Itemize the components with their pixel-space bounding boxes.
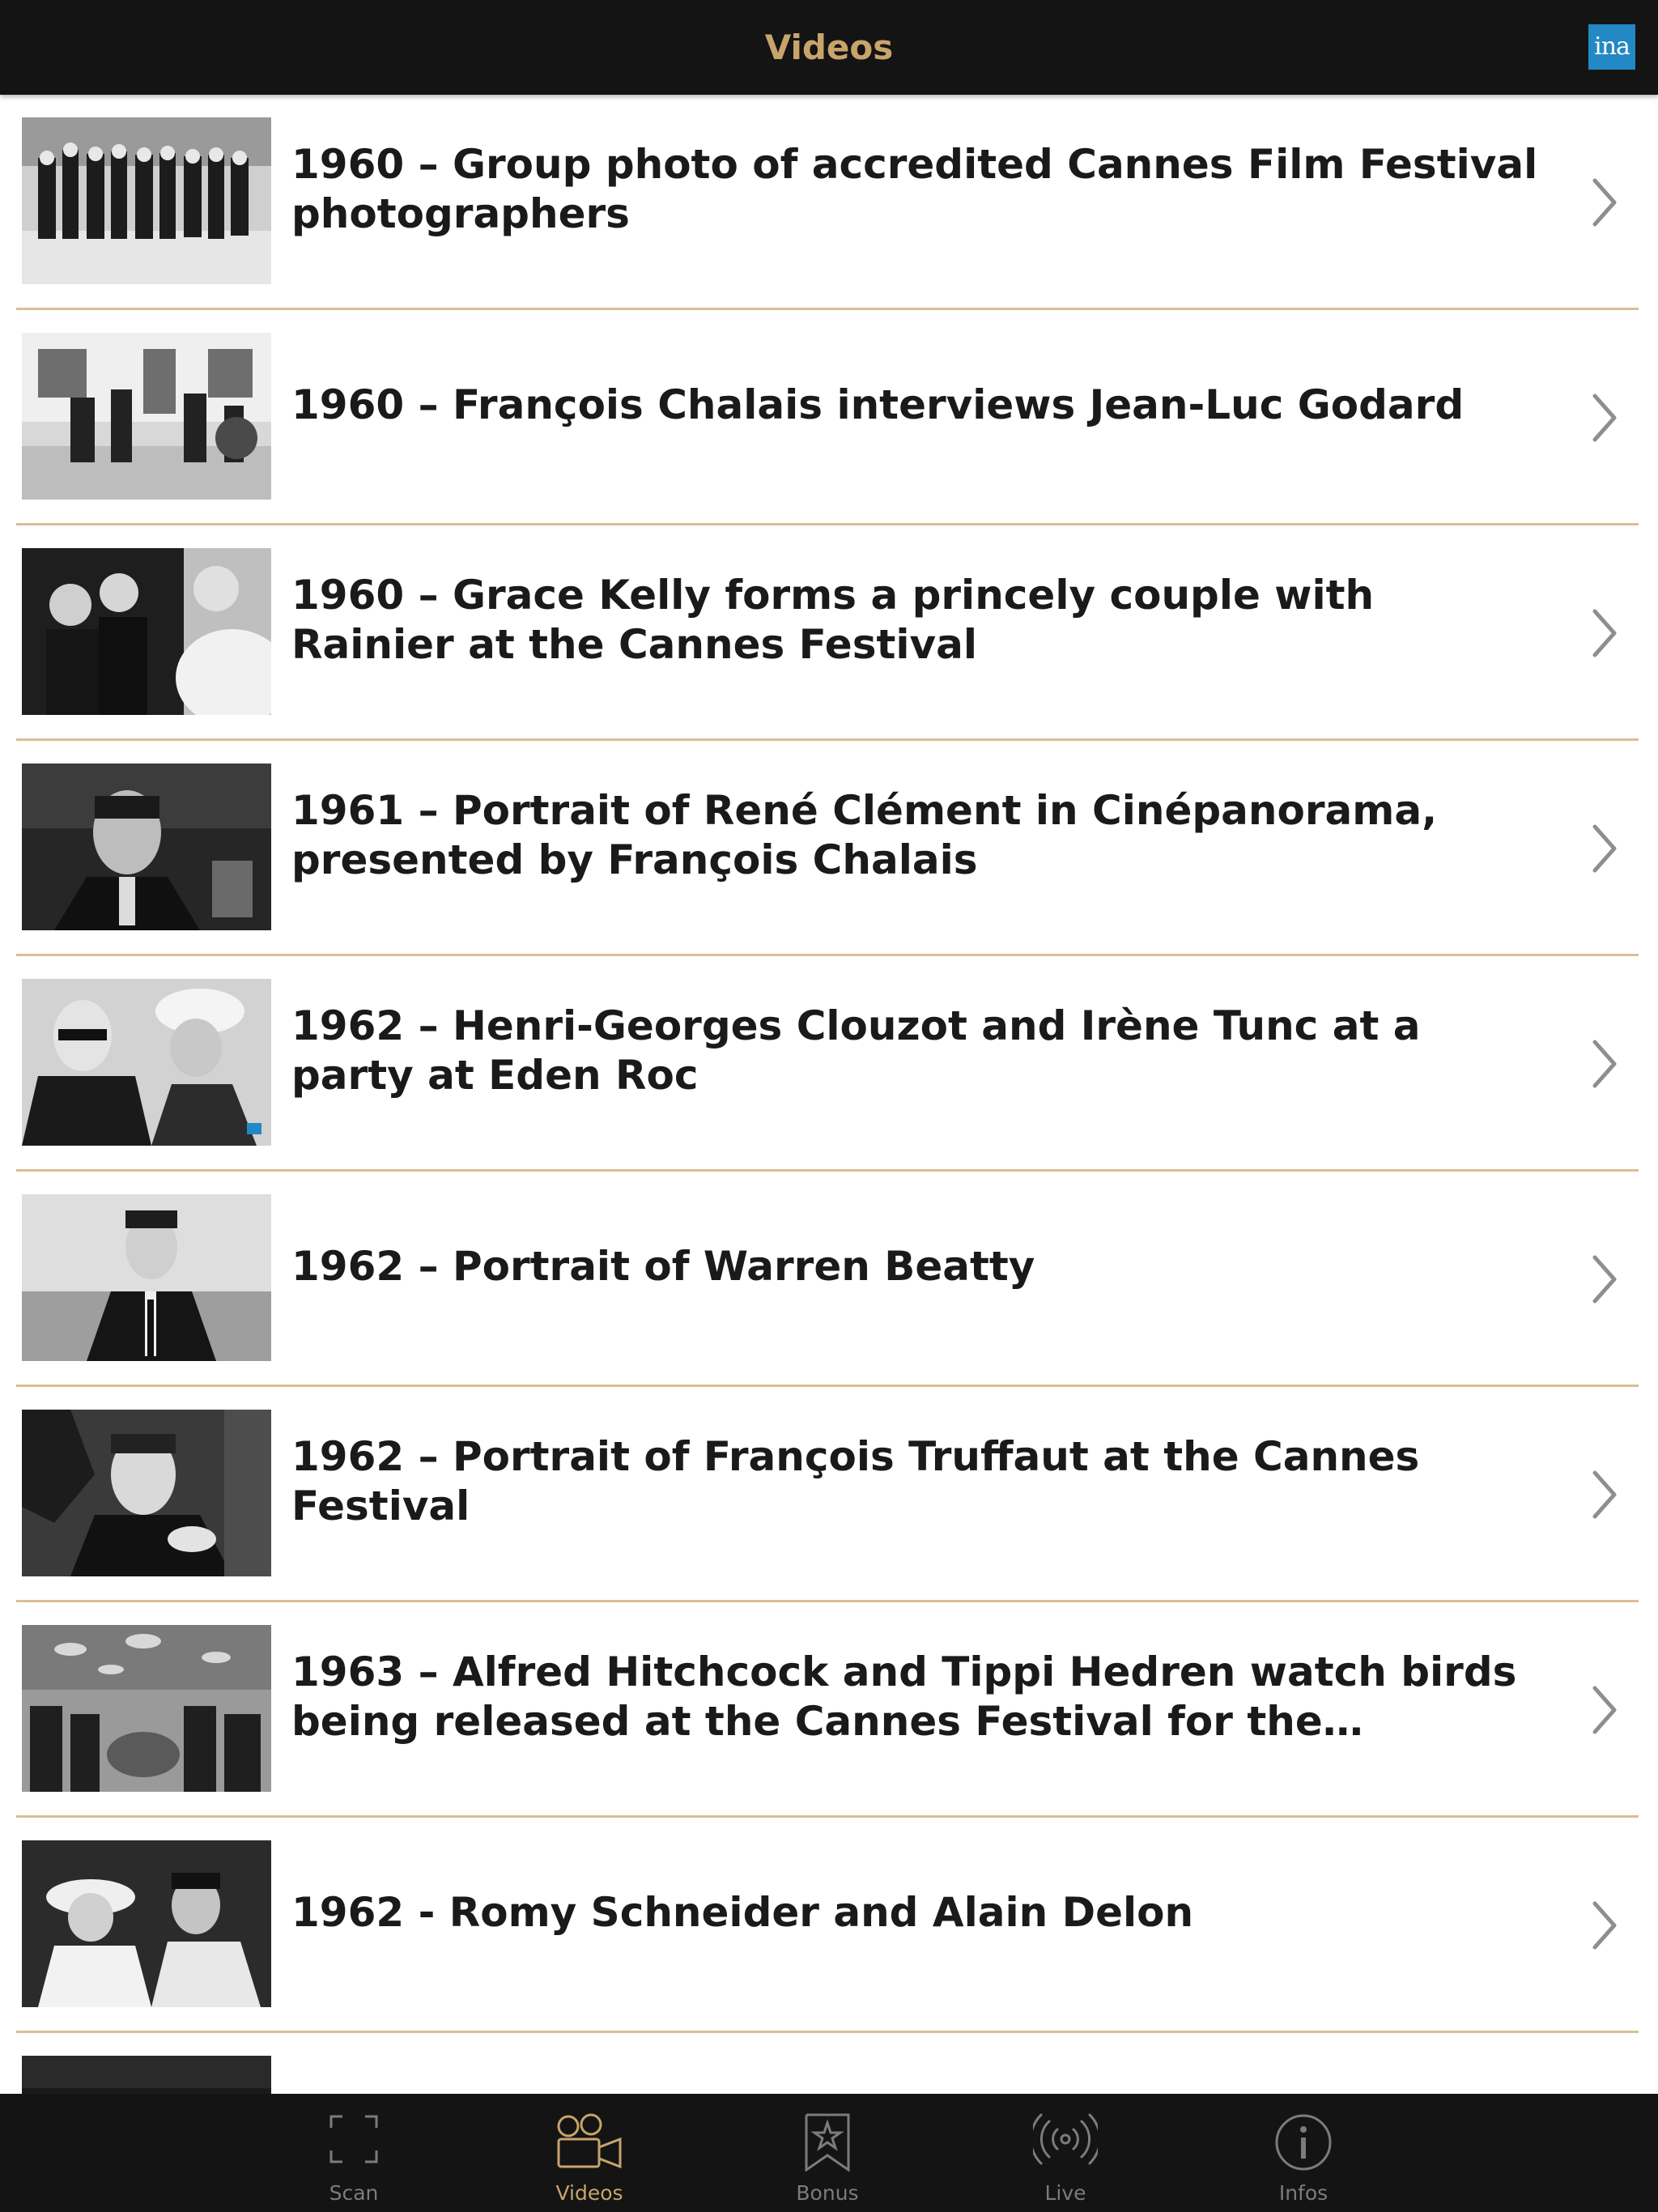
tab-bar: Scan Videos Bonus Live Infos — [0, 2094, 1658, 2212]
ina-logo[interactable]: ina — [1588, 24, 1635, 70]
video-thumbnail — [22, 333, 271, 500]
chevron-right-icon — [1592, 1470, 1617, 1519]
video-camera-icon — [557, 2113, 622, 2169]
tab-bonus[interactable]: Bonus — [763, 2094, 892, 2212]
tab-label: Infos — [1278, 2181, 1329, 2205]
video-thumbnail — [22, 1410, 271, 1576]
video-title: 1960 – François Chalais interviews Jean-… — [291, 381, 1465, 428]
scan-icon — [329, 2115, 378, 2163]
video-list-item[interactable] — [0, 2033, 1658, 2094]
video-title: 1960 – Grace Kelly forms a princely coup… — [291, 572, 1375, 668]
chevron-right-icon — [1592, 609, 1617, 657]
page-title: Videos — [764, 28, 894, 67]
video-thumbnail — [22, 1840, 271, 2007]
chevron-right-icon — [1592, 824, 1617, 873]
video-list-item[interactable]: 1963 – Alfred Hitchcock and Tippi Hedren… — [0, 1602, 1658, 1818]
video-title: 1962 - Romy Schneider and Alain Delon — [291, 1888, 1194, 1936]
video-title: 1960 – Group photo of accredited Cannes … — [291, 141, 1538, 237]
video-list-item[interactable]: 1962 – Portrait of Warren Beatty — [0, 1172, 1658, 1387]
video-list-item[interactable]: 1961 – Portrait of René Clément in Cinép… — [0, 741, 1658, 956]
video-list-item[interactable]: 1960 – Group photo of accredited Cannes … — [0, 95, 1658, 310]
tab-label: Live — [1044, 2181, 1086, 2205]
star-bookmark-icon — [805, 2113, 850, 2172]
video-thumbnail — [22, 117, 271, 284]
video-title: 1962 – Portrait of François Truffaut at … — [291, 1433, 1420, 1529]
tab-label: Bonus — [796, 2181, 859, 2205]
video-title: 1962 – Portrait of Warren Beatty — [291, 1242, 1035, 1290]
video-title: 1961 – Portrait of René Clément in Cinép… — [291, 787, 1438, 883]
video-thumbnail — [22, 2056, 271, 2094]
video-thumbnail — [22, 548, 271, 715]
chevron-right-icon — [1592, 1255, 1617, 1304]
video-list-item[interactable]: 1960 – François Chalais interviews Jean-… — [0, 310, 1658, 525]
video-list-item[interactable]: 1962 - Romy Schneider and Alain Delon — [0, 1818, 1658, 2033]
tab-label: Scan — [329, 2181, 379, 2205]
chevron-right-icon — [1592, 1686, 1617, 1734]
tab-live[interactable]: Live — [1001, 2094, 1130, 2212]
video-thumbnail — [22, 764, 271, 930]
video-list[interactable]: 1960 – Group photo of accredited Cannes … — [0, 95, 1658, 2094]
video-thumbnail — [22, 979, 271, 1146]
video-title: 1962 – Henri-Georges Clouzot and Irène T… — [291, 1002, 1421, 1099]
tab-scan[interactable]: Scan — [289, 2094, 419, 2212]
chevron-right-icon — [1592, 393, 1617, 442]
video-list-item[interactable]: 1962 – Henri-Georges Clouzot and Irène T… — [0, 956, 1658, 1172]
navigation-bar: Videos ina — [0, 0, 1658, 95]
chevron-right-icon — [1592, 1901, 1617, 1950]
info-icon — [1275, 2114, 1332, 2171]
video-thumbnail — [22, 1625, 271, 1792]
video-title: 1963 – Alfred Hitchcock and Tippi Hedren… — [291, 1648, 1517, 1745]
tab-infos[interactable]: Infos — [1239, 2094, 1368, 2212]
chevron-right-icon — [1592, 1040, 1617, 1088]
tab-videos[interactable]: Videos — [525, 2094, 654, 2212]
video-list-item[interactable]: 1960 – Grace Kelly forms a princely coup… — [0, 525, 1658, 741]
video-thumbnail — [22, 1194, 271, 1361]
video-list-item[interactable]: 1962 – Portrait of François Truffaut at … — [0, 1387, 1658, 1602]
tab-label: Videos — [555, 2181, 623, 2205]
chevron-right-icon — [1592, 178, 1617, 227]
broadcast-icon — [1033, 2113, 1098, 2165]
